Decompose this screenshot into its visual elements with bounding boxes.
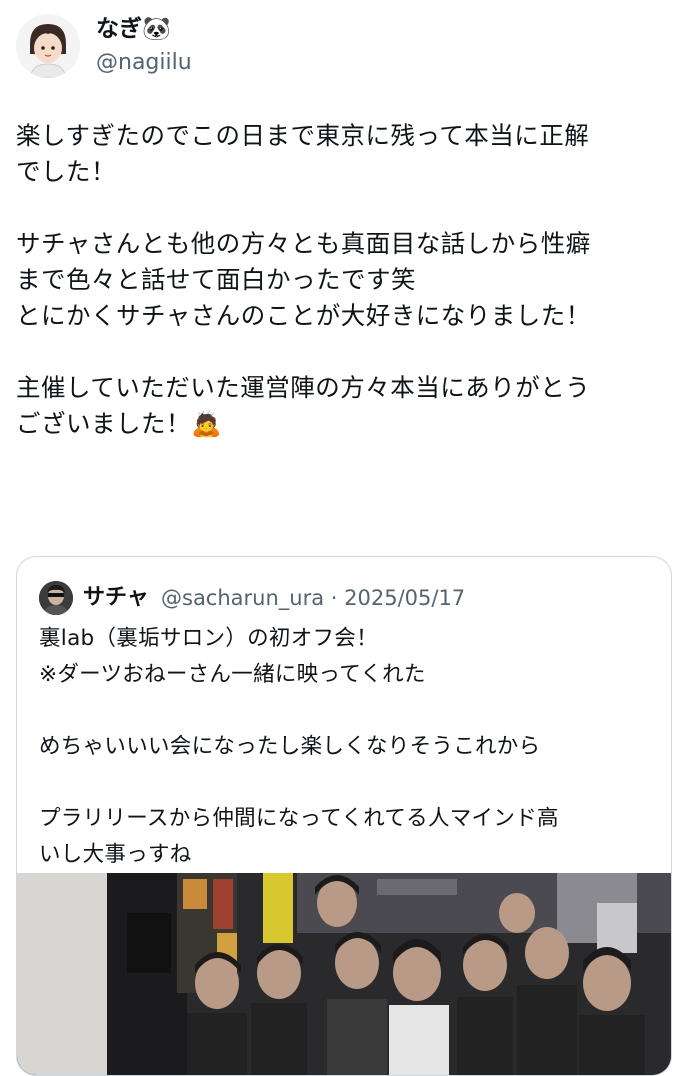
quote-author-avatar[interactable]: [39, 581, 73, 615]
person-avatar-icon: [16, 14, 80, 78]
group-photo-image[interactable]: [17, 873, 671, 1075]
quote-text: 裏lab（裏垢サロン）の初オフ会！ ※ダーツおねーさん一緒に映ってくれた めちゃ…: [39, 626, 559, 867]
quote-author-name[interactable]: サチャ: [83, 581, 149, 615]
author-display-name[interactable]: なぎ🐼: [96, 14, 171, 44]
author-handle[interactable]: @nagiilu: [96, 48, 192, 78]
group-photo-illustration: [17, 873, 671, 1075]
quoted-tweet-card[interactable]: サチャ @sacharun_ura · 2025/05/17 裏lab（裏垢サロ…: [16, 556, 672, 1076]
author-avatar[interactable]: [16, 14, 80, 78]
quote-author-handle-date[interactable]: @sacharun_ura · 2025/05/17: [161, 581, 465, 615]
tweet-text: 楽しすぎたのでこの日まで東京に残って本当に正解 でした！ サチャさんとも他の方々…: [16, 121, 591, 438]
person-avatar-icon: [39, 581, 73, 615]
